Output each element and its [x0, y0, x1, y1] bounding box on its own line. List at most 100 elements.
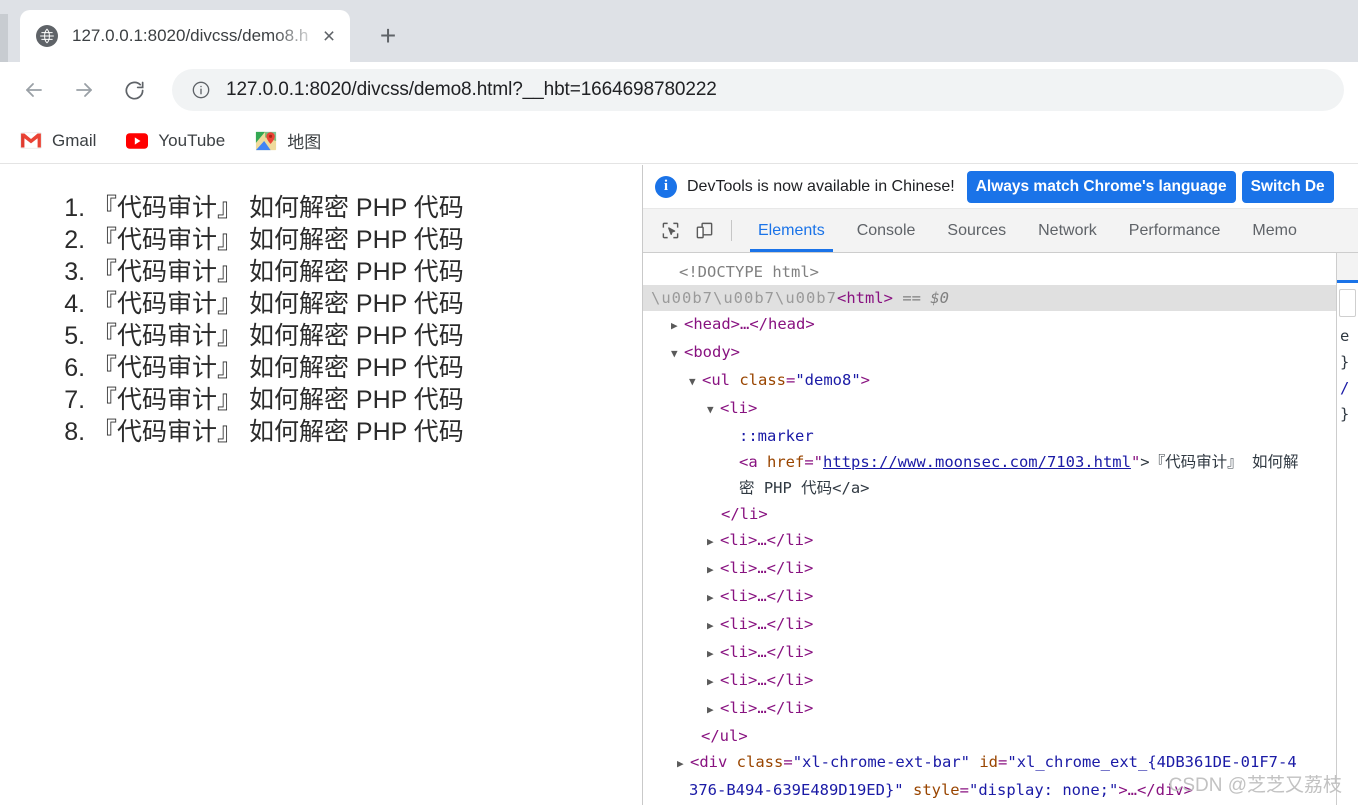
chevron-down-icon[interactable]: ▼: [707, 397, 720, 423]
a-text-line1: >『代码审计』 如何解: [1140, 453, 1299, 471]
chevron-down-icon[interactable]: ▼: [689, 369, 702, 395]
tab-performance[interactable]: Performance: [1113, 209, 1237, 252]
address-bar[interactable]: 127.0.0.1:8020/divcss/demo8.html?__hbt=1…: [172, 69, 1344, 111]
dom-row-li-collapsed[interactable]: ▶ <li>…</li>: [643, 695, 1336, 723]
bookmark-youtube[interactable]: YouTube: [124, 125, 235, 157]
close-icon[interactable]: ×: [316, 23, 342, 49]
ellipsis-icon: \u00b7\u00b7\u00b7: [651, 289, 837, 307]
li-collapsed-text: <li>…</li>: [720, 615, 814, 633]
list-item-link[interactable]: 『代码审计』 如何解密 PHP 代码: [92, 322, 464, 350]
div-class-attr-name: class: [736, 753, 784, 771]
dom-row-li-collapsed[interactable]: ▶ <li>…</li>: [643, 555, 1336, 583]
li-collapsed-text: <li>…</li>: [720, 643, 814, 661]
bookmark-label: YouTube: [158, 130, 226, 150]
list-item[interactable]: 『代码审计』 如何解密 PHP 代码: [92, 321, 642, 352]
chevron-right-icon[interactable]: ▶: [707, 669, 720, 695]
tab-sources[interactable]: Sources: [931, 209, 1022, 252]
list-item[interactable]: 『代码审计』 如何解密 PHP 代码: [92, 353, 642, 384]
chevron-right-icon[interactable]: ▶: [707, 613, 720, 639]
chevron-right-icon[interactable]: ▶: [707, 641, 720, 667]
list-item[interactable]: 『代码审计』 如何解密 PHP 代码: [92, 417, 642, 448]
list-item-link[interactable]: 『代码审计』 如何解密 PHP 代码: [92, 354, 464, 382]
dom-row-doctype[interactable]: <!DOCTYPE html>: [643, 259, 1336, 285]
tab-label: Memo: [1252, 221, 1297, 239]
dom-row-li-collapsed[interactable]: ▶ <li>…</li>: [643, 527, 1336, 555]
chevron-right-icon[interactable]: ▶: [707, 557, 720, 583]
div-id-attr-name: id: [979, 753, 999, 771]
dom-row-li-collapsed[interactable]: ▶ <li>…</li>: [643, 583, 1336, 611]
styles-tab-underline: [1337, 280, 1358, 283]
dom-row-ul-open[interactable]: ▼ <ul class="demo8">: [643, 367, 1336, 395]
dom-row-li-collapsed[interactable]: ▶ <li>…</li>: [643, 611, 1336, 639]
list-item[interactable]: 『代码审计』 如何解密 PHP 代码: [92, 385, 642, 416]
always-match-language-button[interactable]: Always match Chrome's language: [966, 170, 1236, 203]
tab-strip: 127.0.0.1:8020/divcss/demo8.h × +: [0, 0, 1358, 62]
ul-open-suffix: >: [860, 371, 871, 389]
forward-icon[interactable]: [64, 70, 104, 110]
bookmark-maps[interactable]: 地图: [253, 125, 331, 157]
info-circle-icon[interactable]: [190, 79, 212, 101]
switch-devtools-language-button[interactable]: Switch De: [1241, 170, 1334, 203]
dom-row-li-collapsed[interactable]: ▶ <li>…</li>: [643, 667, 1336, 695]
devtools-language-banner: i DevTools is now available in Chinese! …: [643, 165, 1358, 209]
tab-network[interactable]: Network: [1022, 209, 1113, 252]
list-item[interactable]: 『代码审计』 如何解密 PHP 代码: [92, 289, 642, 320]
div-suffix: >…</div>: [1118, 781, 1193, 799]
styles-pane[interactable]: e } / }: [1336, 253, 1358, 805]
dom-row-ul-close[interactable]: </ul>: [643, 723, 1336, 749]
bookmarks-bar: Gmail YouTube 地图: [0, 118, 1358, 164]
dom-row-body-open[interactable]: ▼ <body>: [643, 339, 1336, 367]
dom-row-marker[interactable]: ::marker: [643, 423, 1336, 449]
list-item-link[interactable]: 『代码审计』 如何解密 PHP 代码: [92, 418, 464, 446]
chevron-down-icon[interactable]: ▼: [671, 341, 684, 367]
back-icon[interactable]: [14, 70, 54, 110]
tab-elements[interactable]: Elements: [742, 209, 841, 252]
dom-tree[interactable]: <!DOCTYPE html> \u00b7\u00b7\u00b7<html>…: [643, 253, 1336, 805]
styles-rule-line: }: [1340, 353, 1350, 371]
list-item[interactable]: 『代码审计』 如何解密 PHP 代码: [92, 193, 642, 224]
chevron-right-icon[interactable]: ▶: [707, 529, 720, 555]
styles-rule-line: /: [1340, 379, 1350, 397]
div-style-attr-name: style: [912, 781, 960, 799]
dom-row-li-close[interactable]: </li>: [643, 501, 1336, 527]
chevron-right-icon[interactable]: ▶: [707, 585, 720, 611]
list-item[interactable]: 『代码审计』 如何解密 PHP 代码: [92, 257, 642, 288]
tab-memory[interactable]: Memo: [1236, 209, 1312, 252]
bookmark-gmail[interactable]: Gmail: [18, 125, 106, 157]
toolbar-divider: [731, 220, 732, 241]
chevron-right-icon[interactable]: ▶: [671, 313, 684, 339]
dom-row-anchor[interactable]: <a href="https://www.moonsec.com/7103.ht…: [643, 449, 1336, 475]
tab-console[interactable]: Console: [841, 209, 932, 252]
dom-row-anchor-wrap[interactable]: 密 PHP 代码</a>: [643, 475, 1336, 501]
dom-row-div-open[interactable]: ▶ <div class="xl-chrome-ext-bar" id="xl_c…: [643, 749, 1336, 777]
youtube-icon: [126, 130, 149, 152]
dom-row-html[interactable]: \u00b7\u00b7\u00b7<html> == $0: [643, 285, 1336, 311]
dom-row-head[interactable]: ▶ <head>…</head>: [643, 311, 1336, 339]
list-item-link[interactable]: 『代码审计』 如何解密 PHP 代码: [92, 258, 464, 286]
dom-row-div-wrap[interactable]: 376-B494-639E489D19ED}" style="display: …: [643, 777, 1336, 803]
reload-icon[interactable]: [114, 70, 154, 110]
inspect-element-icon[interactable]: [653, 209, 687, 252]
list-item-link[interactable]: 『代码审计』 如何解密 PHP 代码: [92, 226, 464, 254]
browser-tab-active[interactable]: 127.0.0.1:8020/divcss/demo8.h ×: [20, 10, 350, 62]
new-tab-button[interactable]: +: [368, 16, 408, 56]
ul-open-prefix: <ul: [702, 371, 740, 389]
styles-pane-tabbar[interactable]: [1337, 253, 1358, 283]
dom-row-li-collapsed[interactable]: ▶ <li>…</li>: [643, 639, 1336, 667]
li-collapsed-text: <li>…</li>: [720, 671, 814, 689]
list-item[interactable]: 『代码审计』 如何解密 PHP 代码: [92, 225, 642, 256]
chevron-right-icon[interactable]: ▶: [707, 697, 720, 723]
list-item-link[interactable]: 『代码审计』 如何解密 PHP 代码: [92, 194, 464, 222]
a-href-value[interactable]: https://www.moonsec.com/7103.html: [823, 453, 1131, 471]
list-item-link[interactable]: 『代码审计』 如何解密 PHP 代码: [92, 290, 464, 318]
list-item-link[interactable]: 『代码审计』 如何解密 PHP 代码: [92, 386, 464, 414]
content-area: 『代码审计』 如何解密 PHP 代码 『代码审计』 如何解密 PHP 代码 『代…: [0, 165, 1358, 805]
device-toolbar-icon[interactable]: [687, 209, 721, 252]
styles-rule-line: e: [1340, 327, 1350, 345]
li-collapsed-text: <li>…</li>: [720, 587, 814, 605]
chevron-right-icon[interactable]: ▶: [677, 751, 690, 777]
div-prefix: <div: [690, 753, 737, 771]
dom-row-li-open[interactable]: ▼ <li>: [643, 395, 1336, 423]
styles-filter-input[interactable]: [1339, 289, 1356, 317]
li-collapsed-text: <li>…</li>: [720, 531, 814, 549]
